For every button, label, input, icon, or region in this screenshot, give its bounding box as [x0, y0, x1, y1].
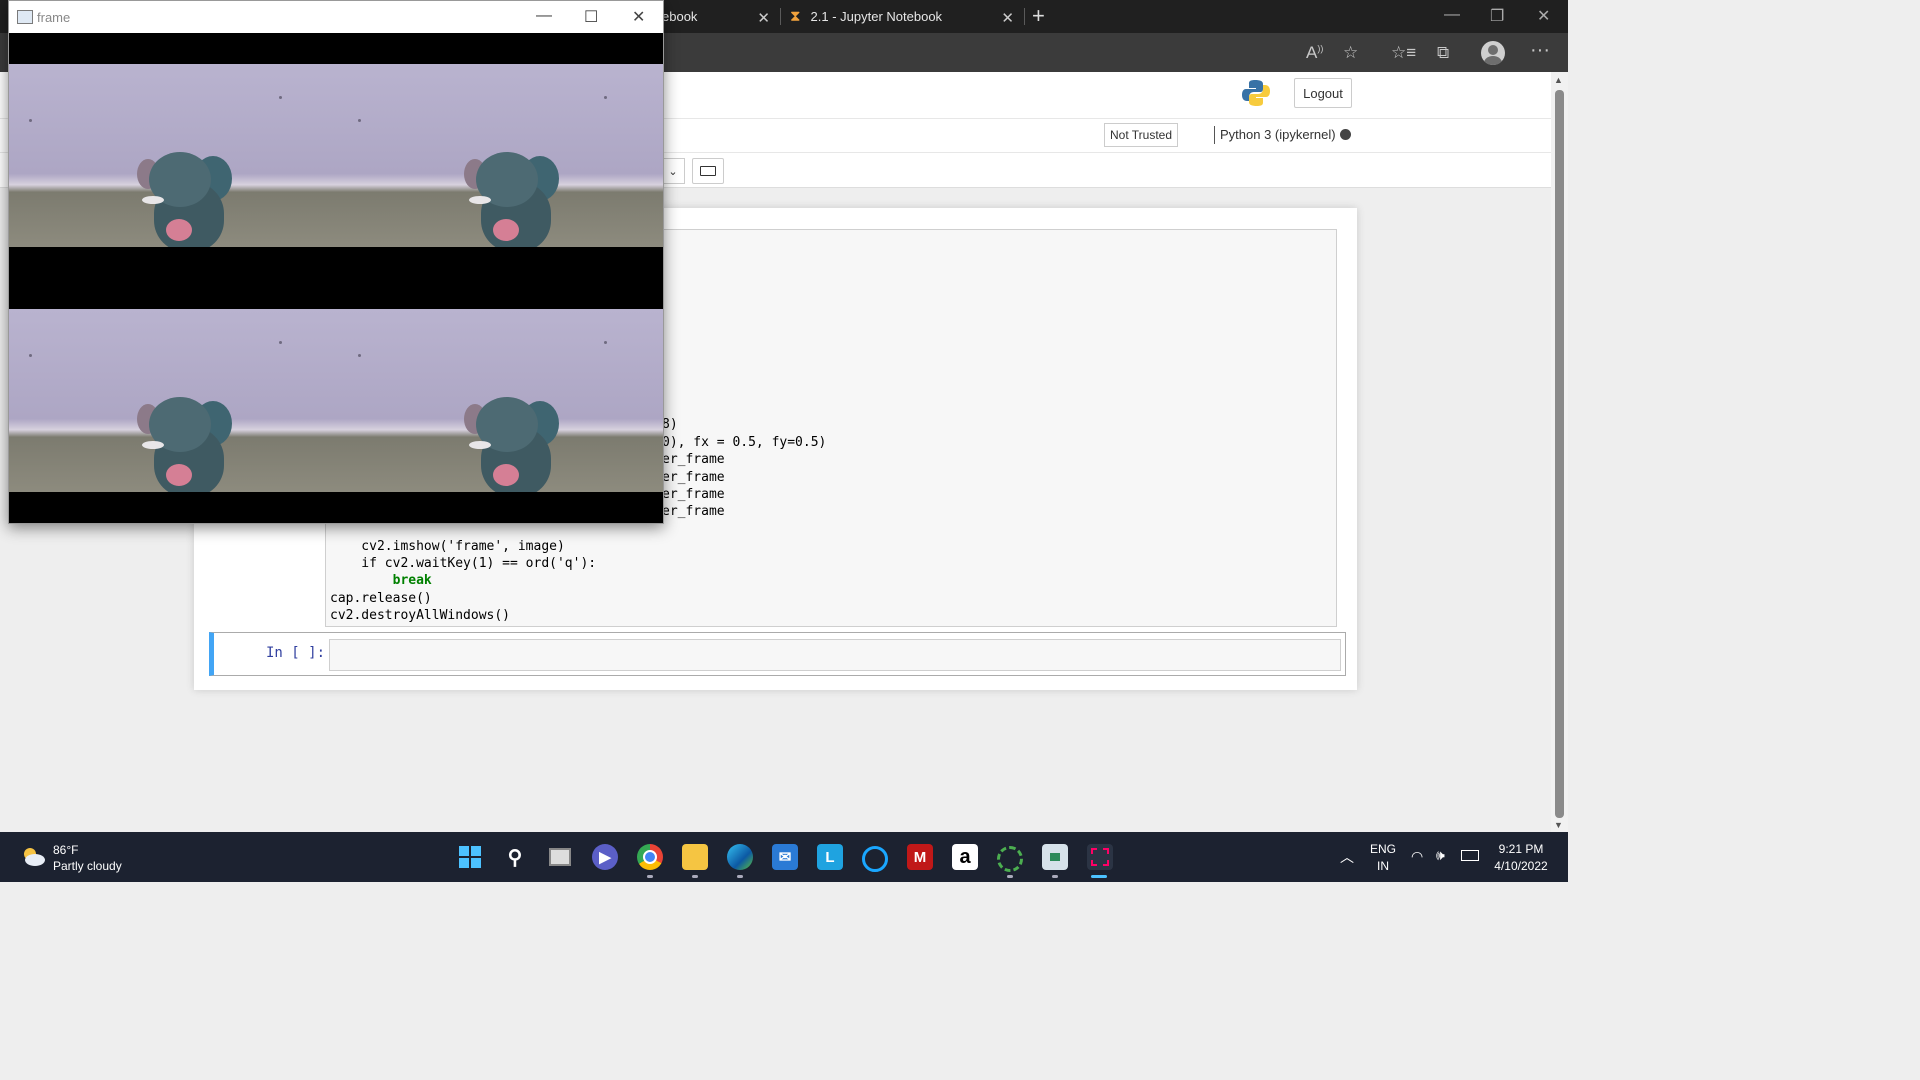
read-aloud-icon[interactable]: A)): [1306, 43, 1323, 63]
not-trusted-indicator[interactable]: Not Trusted: [1104, 123, 1178, 147]
search-icon[interactable]: ⚲: [502, 844, 528, 870]
code-line: er_frame: [662, 487, 725, 502]
running-indicator: [1052, 875, 1058, 878]
profile-avatar-icon[interactable]: [1481, 41, 1505, 65]
code-line: er_frame: [662, 504, 725, 519]
minimize-icon[interactable]: —: [1444, 6, 1460, 24]
start-windows-icon[interactable]: [457, 844, 483, 870]
camera-frame-top-left: [9, 64, 336, 247]
code-line: cv2.destroyAllWindows(): [330, 608, 511, 623]
chat-icon[interactable]: ▶: [592, 844, 618, 870]
code-line: break: [330, 573, 432, 588]
add-favorite-icon[interactable]: ☆: [1343, 43, 1358, 63]
tab-separator: [780, 8, 781, 25]
code-line: 0), fx = 0.5, fy=0.5): [662, 435, 826, 450]
kernel-name[interactable]: Python 3 (ipykernel): [1214, 126, 1336, 144]
edge-icon[interactable]: [727, 844, 753, 870]
kernel-status-indicator: [1340, 129, 1351, 140]
python-window-icon[interactable]: [1042, 844, 1068, 870]
alexa-icon[interactable]: [862, 846, 888, 872]
cell-prompt: In [ ]:: [266, 645, 326, 661]
tab-title: 2.1 - Jupyter Notebook: [810, 9, 943, 24]
close-window-icon[interactable]: ✕: [1537, 6, 1550, 26]
code-line: cv2.imshow('frame', image): [330, 539, 565, 554]
tab-title: ebook: [662, 9, 698, 24]
code-line: er_frame: [662, 470, 725, 485]
running-indicator: [737, 875, 743, 878]
taskbar: 86°F Partly cloudy ⚲ ▶ ✉ L M a ︿ ENG IN …: [0, 832, 1568, 882]
command-palette-button[interactable]: [692, 158, 724, 184]
close-tab-icon[interactable]: ✕: [1001, 9, 1014, 27]
language-code[interactable]: ENG: [1370, 842, 1396, 856]
camera-frame-bottom-left: [9, 309, 336, 492]
weather-temperature[interactable]: 86°F: [53, 843, 78, 857]
code-line: er_frame: [662, 452, 725, 467]
camera-frame-top-right: [336, 64, 663, 247]
close-tab-icon[interactable]: ✕: [757, 9, 770, 27]
weather-description[interactable]: Partly cloudy: [53, 859, 122, 873]
mail-icon[interactable]: ✉: [772, 844, 798, 870]
wifi-icon[interactable]: ◠: [1411, 848, 1423, 865]
running-indicator: [1007, 875, 1013, 878]
python-logo-icon: [1242, 80, 1270, 106]
snipping-tool-icon[interactable]: [1087, 844, 1113, 870]
tab-separator: [1024, 8, 1025, 25]
close-icon[interactable]: ✕: [632, 7, 645, 27]
new-tab-button[interactable]: +: [1032, 3, 1045, 29]
partly-cloudy-icon[interactable]: [20, 845, 46, 867]
task-view-icon[interactable]: [547, 844, 573, 870]
favorites-icon[interactable]: ☆≡: [1391, 43, 1416, 63]
minimize-icon[interactable]: —: [536, 7, 552, 25]
scroll-thumb[interactable]: [1555, 90, 1564, 818]
code-line: cap.release(): [330, 591, 432, 606]
running-indicator: [647, 875, 653, 878]
collections-icon[interactable]: ⧉: [1437, 43, 1449, 63]
code-line: if cv2.waitKey(1) == ord('q'):: [330, 556, 597, 571]
more-options-icon[interactable]: ···: [1530, 39, 1550, 62]
clock-time[interactable]: 9:21 PM: [1490, 842, 1552, 856]
amazon-icon[interactable]: a: [952, 844, 978, 870]
frame-window-titlebar[interactable]: frame — ☐ ✕: [9, 1, 663, 33]
camera-frame-bottom-right: [336, 309, 663, 492]
code-line-text: 0), fx = 0.5, fy=0.5): [662, 435, 827, 450]
tab-ebook[interactable]: ebook ✕: [662, 0, 778, 33]
language-region[interactable]: IN: [1370, 859, 1396, 873]
tab-jupyter-notebook[interactable]: ⧗ 2.1 - Jupyter Notebook ✕: [790, 0, 1022, 33]
code-line: 8): [662, 417, 678, 432]
mcafee-icon[interactable]: M: [907, 844, 933, 870]
app-loading-icon[interactable]: [997, 846, 1023, 872]
l-app-icon[interactable]: L: [817, 844, 843, 870]
logout-button[interactable]: Logout: [1294, 78, 1352, 108]
chrome-icon[interactable]: [637, 844, 663, 870]
maximize-icon[interactable]: ☐: [584, 7, 598, 27]
active-indicator: [1091, 875, 1107, 878]
keyboard-icon: [700, 166, 716, 176]
chevron-down-icon: ⌄: [668, 165, 678, 178]
page-scrollbar[interactable]: ▲ ▼: [1551, 72, 1568, 832]
chevron-up-icon[interactable]: ︿: [1340, 847, 1354, 867]
running-indicator: [692, 875, 698, 878]
volume-icon[interactable]: 🕪: [1436, 847, 1445, 864]
cell-type-dropdown[interactable]: ⌄: [662, 158, 685, 184]
battery-icon[interactable]: [1461, 850, 1479, 861]
clock-date[interactable]: 4/10/2022: [1490, 859, 1552, 873]
cell-input[interactable]: [329, 639, 1341, 671]
file-explorer-icon[interactable]: [682, 844, 708, 870]
frame-window-title: frame: [37, 10, 71, 25]
scroll-down-icon[interactable]: ▼: [1554, 820, 1563, 830]
scroll-up-icon[interactable]: ▲: [1554, 75, 1563, 85]
hourglass-icon: ⧗: [790, 8, 801, 25]
window-app-icon: [17, 10, 33, 24]
opencv-frame-window[interactable]: frame — ☐ ✕: [8, 0, 664, 524]
restore-icon[interactable]: ❐: [1490, 6, 1504, 26]
empty-code-cell[interactable]: In [ ]:: [209, 632, 1346, 676]
